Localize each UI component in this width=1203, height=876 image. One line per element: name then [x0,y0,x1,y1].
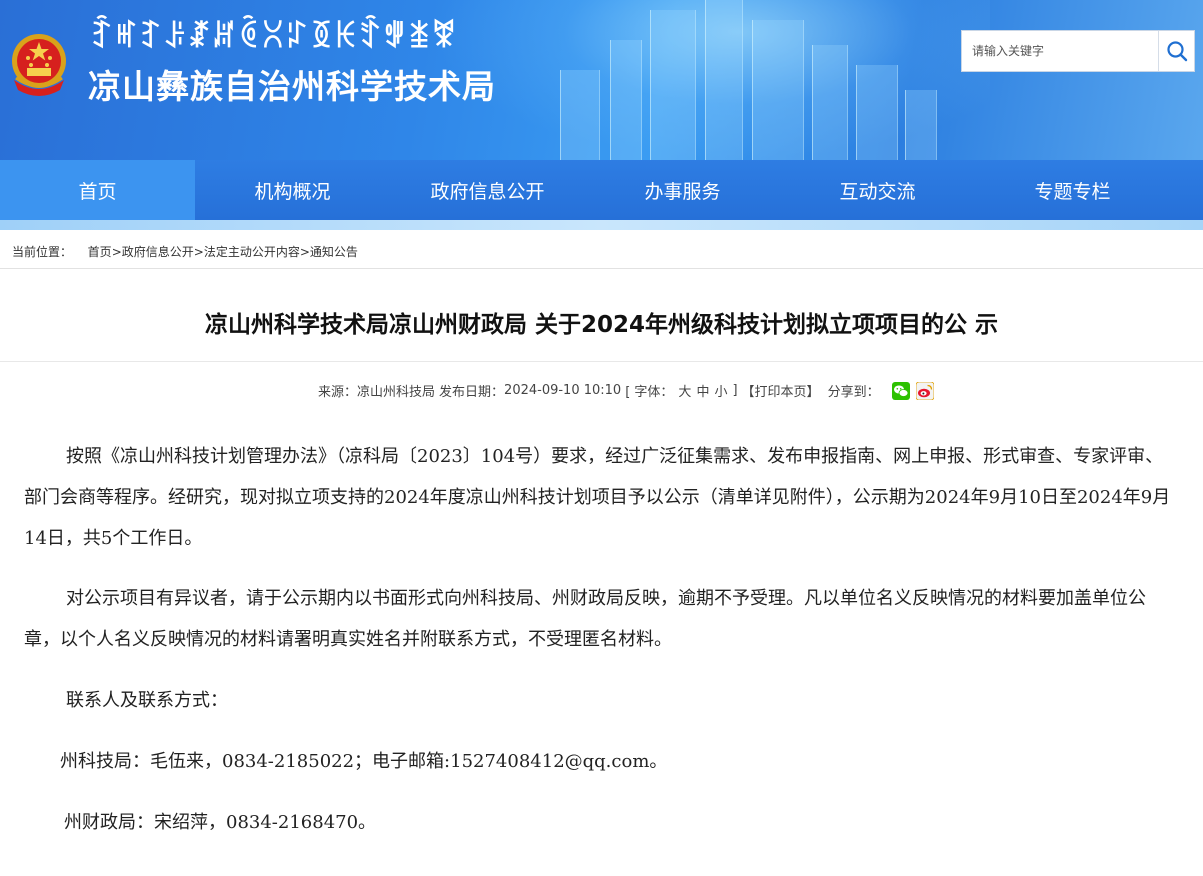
date-label: 发布日期： [439,385,505,400]
banner-building [705,0,743,160]
article-paragraph: 按照《凉山州科技计划管理办法》（凉科局〔2023〕104号）要求，经过广泛征集需… [24,446,1171,549]
banner-building [812,45,848,160]
banner-building [650,10,696,160]
source-label: 来源： [318,385,358,400]
breadcrumb-home[interactable]: 首页 [88,245,112,259]
banner-building [752,20,804,160]
breadcrumb-statutory-disclosure[interactable]: 法定主动公开内容 [204,245,300,259]
weibo-share-icon[interactable] [915,381,934,400]
site-title: 凉山彝族自治州科学技术局 [88,67,496,106]
breadcrumb-prefix: 当前位置： [12,245,73,259]
font-large-button[interactable]: 大 [678,381,691,400]
search-button[interactable] [1158,31,1194,71]
contact-heading: 联系人及联系方式： [66,690,228,711]
divider [0,361,1203,362]
source-value: 凉山州科技局 [357,385,436,400]
nav-item-government-info[interactable]: 政府信息公开 [390,160,585,220]
publish-date: 2024-09-10 10:10 [504,383,622,398]
nav-item-interaction[interactable]: 互动交流 [780,160,975,220]
breadcrumb-separator: > [111,245,122,259]
font-small-button[interactable]: 小 [714,381,727,400]
nav-item-special-topics[interactable]: 专题专栏 [975,160,1170,220]
wechat-share-icon[interactable] [891,381,910,400]
article-title: 凉山州科学技术局凉山州财政局 关于2024年州级科技计划拟立项项目的公 示 [204,312,999,338]
contact-finance-bureau: 州财政局：宋绍萍，0834-2168470。 [64,812,377,833]
banner-building [856,65,898,160]
search-box [961,30,1195,72]
search-icon [1166,41,1187,62]
national-emblem-icon [12,34,66,96]
breadcrumb-government-info[interactable]: 政府信息公开 [122,245,194,259]
site-banner: ꆇꎭꆈꌠꊨꏦꏱꇤꇱꅉꀘꄷꅚꁧꐗ 凉山彝族自治州科学技术局 [0,0,1203,160]
share-label: 分享到： [827,385,880,400]
breadcrumb: 当前位置： 首页>政府信息公开>法定主动公开内容>通知公告 [12,243,358,260]
main-nav: 首页 机构概况 政府信息公开 办事服务 互动交流 专题专栏 [0,160,1203,220]
breadcrumb-notices[interactable]: 通知公告 [310,245,358,259]
contact-science-bureau: 州科技局：毛伍来，0834-2185022；电子邮箱:1527408412@qq… [60,751,668,772]
nav-item-home[interactable]: 首页 [0,160,195,220]
font-medium-button[interactable]: 中 [696,381,709,400]
search-input[interactable] [962,31,1158,71]
print-button[interactable]: 【打印本页】 [742,381,820,400]
banner-building [905,90,937,160]
divider [0,268,1203,269]
banner-building [610,40,642,160]
nav-decor-strip [0,220,1203,230]
site-title-yi-script: ꆇꎭꆈꌠꊨꏦꏱꇤꇱꅉꀘꄷꅚꁧꐗ [90,20,457,55]
nav-item-organization[interactable]: 机构概况 [195,160,390,220]
article-meta: 来源： 凉山州科技局 发布日期： 2024-09-10 10:10 [ 字体： … [318,381,934,400]
breadcrumb-separator: > [299,245,310,259]
article-body: 按照《凉山州科技计划管理办法》（凉科局〔2023〕104号）要求，经过广泛征集需… [24,436,1179,843]
article-paragraph: 对公示项目有异议者，请于公示期内以书面形式向州科技局、州财政局反映，逾期不予受理… [24,588,1146,650]
font-size-label: [ 字体： [625,385,674,400]
breadcrumb-separator: > [193,245,204,259]
banner-building [560,70,600,160]
nav-item-services[interactable]: 办事服务 [585,160,780,220]
font-size-close: ] [732,383,738,398]
